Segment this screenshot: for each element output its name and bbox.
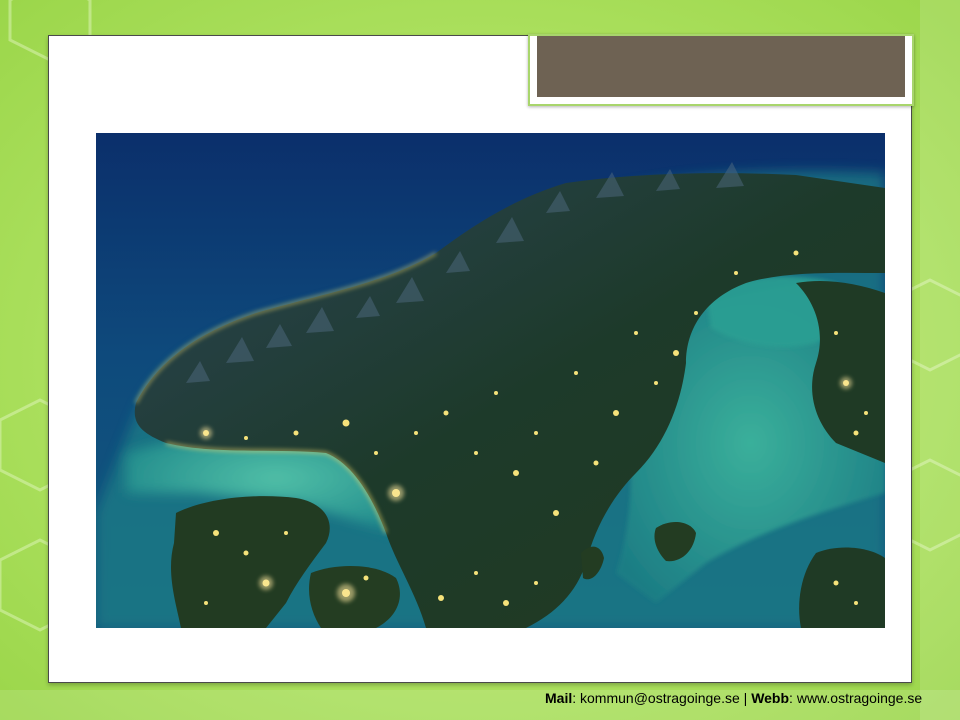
web-label: Webb — [751, 690, 790, 706]
title-placeholder — [537, 36, 905, 97]
satellite-night-photo-icon — [96, 133, 885, 628]
contact-divider: | — [739, 690, 752, 706]
mail-separator: : — [572, 690, 581, 706]
mail-address[interactable]: kommun@ostragoinge.se — [580, 690, 740, 706]
scandinavia-night-satellite-image — [96, 133, 885, 628]
mail-label: Mail — [545, 690, 573, 706]
title-tab — [528, 34, 914, 106]
web-address[interactable]: www.ostragoinge.se — [797, 690, 922, 706]
footer-contact: Mail: kommun@ostragoinge.se | Webb: www.… — [545, 688, 945, 708]
web-separator: : — [789, 690, 797, 706]
